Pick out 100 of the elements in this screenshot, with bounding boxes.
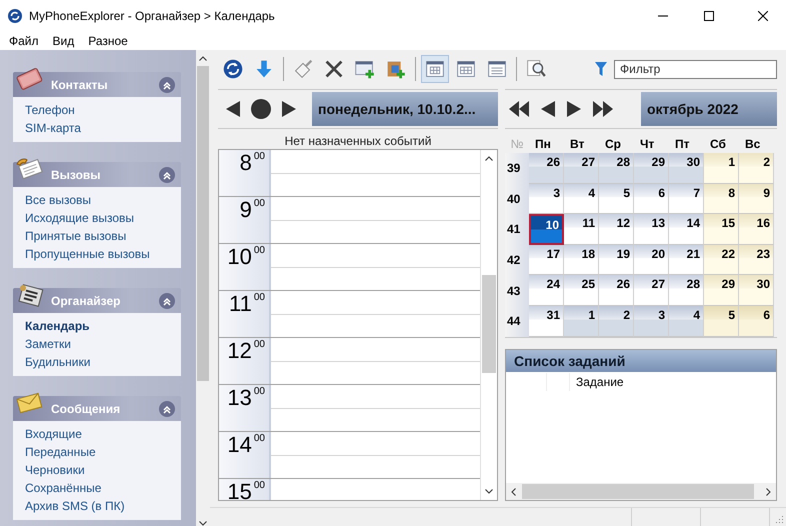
calendar-day[interactable]: 26 xyxy=(529,153,564,184)
calendar-day[interactable]: 2 xyxy=(599,306,634,337)
calendar-day[interactable]: 17 xyxy=(529,244,564,276)
calendar-day[interactable]: 10 xyxy=(529,214,564,245)
next-icon[interactable] xyxy=(567,101,581,117)
calendar-day[interactable]: 4 xyxy=(564,184,599,214)
sidebar-item[interactable]: Будильники xyxy=(25,353,181,371)
filter-field[interactable]: Фильтр xyxy=(614,60,777,78)
menu-item[interactable]: Файл xyxy=(2,34,46,48)
calendar-day[interactable]: 8 xyxy=(704,184,739,214)
collapse-icon[interactable] xyxy=(159,166,175,182)
calendar-day[interactable]: 1 xyxy=(564,306,599,337)
sidebar-item[interactable]: Заметки xyxy=(25,335,181,353)
today-icon[interactable] xyxy=(251,99,271,119)
resize-grip-icon[interactable] xyxy=(774,514,784,524)
calendar-day[interactable]: 2 xyxy=(739,153,774,184)
calendar-day[interactable]: 9 xyxy=(739,184,774,214)
sidebar-item[interactable]: Сохранённые xyxy=(25,479,181,497)
close-icon[interactable] xyxy=(758,11,768,21)
calendar-day[interactable]: 23 xyxy=(739,244,774,276)
day-number: 2 xyxy=(762,154,771,169)
previous-icon[interactable] xyxy=(541,101,555,117)
day-number: 26 xyxy=(616,276,631,292)
sidebar-item[interactable]: Исходящие вызовы xyxy=(25,209,181,227)
calendar-day[interactable]: 27 xyxy=(564,153,599,184)
menu-item[interactable]: Вид xyxy=(46,34,82,48)
group-title: Сообщения xyxy=(51,402,120,416)
calendar-day[interactable]: 16 xyxy=(739,214,774,245)
calendar-day[interactable]: 12 xyxy=(599,214,634,245)
day-number: 23 xyxy=(756,246,771,261)
calendar-day[interactable]: 25 xyxy=(564,275,599,306)
sidebar-item[interactable]: Переданные xyxy=(25,443,181,461)
sidebar-item[interactable]: Телефон xyxy=(25,101,181,119)
calendar-day[interactable]: 1 xyxy=(704,153,739,184)
calendar-day[interactable]: 6 xyxy=(739,306,774,337)
hour-label: 10 xyxy=(227,244,252,271)
rewind-icon[interactable] xyxy=(509,101,529,117)
fast-forward-icon[interactable] xyxy=(593,101,613,117)
calendar-day[interactable]: 27 xyxy=(634,275,669,306)
collapse-icon[interactable] xyxy=(159,400,175,416)
collapse-icon[interactable] xyxy=(159,76,175,92)
calendar-day[interactable]: 3 xyxy=(529,184,564,214)
scrollbar-thumb[interactable] xyxy=(197,66,209,381)
scroll-left-icon[interactable] xyxy=(511,488,516,496)
calendar-day[interactable]: 31 xyxy=(529,306,564,337)
calendar-day[interactable]: 28 xyxy=(599,153,634,184)
minutes-label: 00 xyxy=(254,432,265,446)
sidebar-item[interactable]: Черновики xyxy=(25,461,181,479)
calendar-day[interactable]: 14 xyxy=(669,214,704,245)
calendar-day[interactable]: 13 xyxy=(634,214,669,245)
sidebar-item[interactable]: Все вызовы xyxy=(25,191,181,209)
scroll-down-icon[interactable] xyxy=(485,489,493,494)
calendar-day[interactable]: 22 xyxy=(704,244,739,276)
sidebar-item[interactable]: Календарь xyxy=(25,317,181,335)
calendar-day[interactable]: 5 xyxy=(599,184,634,214)
calendar-day[interactable]: 29 xyxy=(634,153,669,184)
collapse-icon[interactable] xyxy=(159,292,175,308)
scrollbar[interactable] xyxy=(480,150,497,500)
week-number: 39 xyxy=(505,153,529,184)
scroll-right-icon[interactable] xyxy=(766,488,771,496)
scrollbar-thumb[interactable] xyxy=(522,484,754,499)
scroll-up-icon[interactable] xyxy=(485,156,493,161)
maximize-icon[interactable] xyxy=(704,11,714,21)
scrollbar-thumb[interactable] xyxy=(482,275,496,373)
calendar-day[interactable]: 4 xyxy=(669,306,704,337)
sidebar-item[interactable]: Архив SMS (в ПК) xyxy=(25,497,181,515)
sidebar-item[interactable]: Принятые вызовы xyxy=(25,227,181,245)
calendar-day[interactable]: 30 xyxy=(669,153,704,184)
calendar-day[interactable]: 28 xyxy=(669,275,704,306)
calendar-day[interactable]: 5 xyxy=(704,306,739,337)
calendar-day[interactable]: 7 xyxy=(669,184,704,214)
menu-item[interactable]: Разное xyxy=(81,34,135,48)
calendar-day[interactable]: 19 xyxy=(599,244,634,276)
calendar-day[interactable]: 24 xyxy=(529,275,564,306)
calendar-day[interactable]: 6 xyxy=(634,184,669,214)
date-header: понедельник, 10.10.2... xyxy=(312,92,498,126)
calendar-day[interactable]: 15 xyxy=(704,214,739,245)
week-number: 41 xyxy=(505,214,529,245)
calendar-day[interactable]: 20 xyxy=(634,244,669,276)
calendar-day[interactable]: 21 xyxy=(669,244,704,276)
sidebar-item[interactable]: Входящие xyxy=(25,425,181,443)
day-number: 17 xyxy=(546,246,561,261)
calendar-day[interactable]: 26 xyxy=(599,275,634,306)
previous-icon[interactable] xyxy=(226,101,240,117)
calendar-day[interactable]: 3 xyxy=(634,306,669,337)
scroll-up-icon[interactable] xyxy=(199,56,207,61)
calendar-day[interactable]: 30 xyxy=(739,275,774,306)
calendar-grid-icon[interactable] xyxy=(421,55,449,83)
sidebar-item[interactable]: SIM-карта xyxy=(25,119,181,137)
next-icon[interactable] xyxy=(282,101,296,117)
scrollbar[interactable] xyxy=(506,483,776,500)
sidebar-item[interactable]: Пропущенные вызовы xyxy=(25,245,181,263)
filter-icon[interactable] xyxy=(595,62,607,76)
group-title: Вызовы xyxy=(51,168,101,182)
week-number-header: № xyxy=(510,136,524,153)
calendar-day[interactable]: 11 xyxy=(564,214,599,245)
column-header[interactable]: Задание xyxy=(570,374,624,389)
calendar-day[interactable]: 29 xyxy=(704,275,739,306)
calendar-day[interactable]: 18 xyxy=(564,244,599,276)
scroll-down-icon[interactable] xyxy=(199,521,207,526)
